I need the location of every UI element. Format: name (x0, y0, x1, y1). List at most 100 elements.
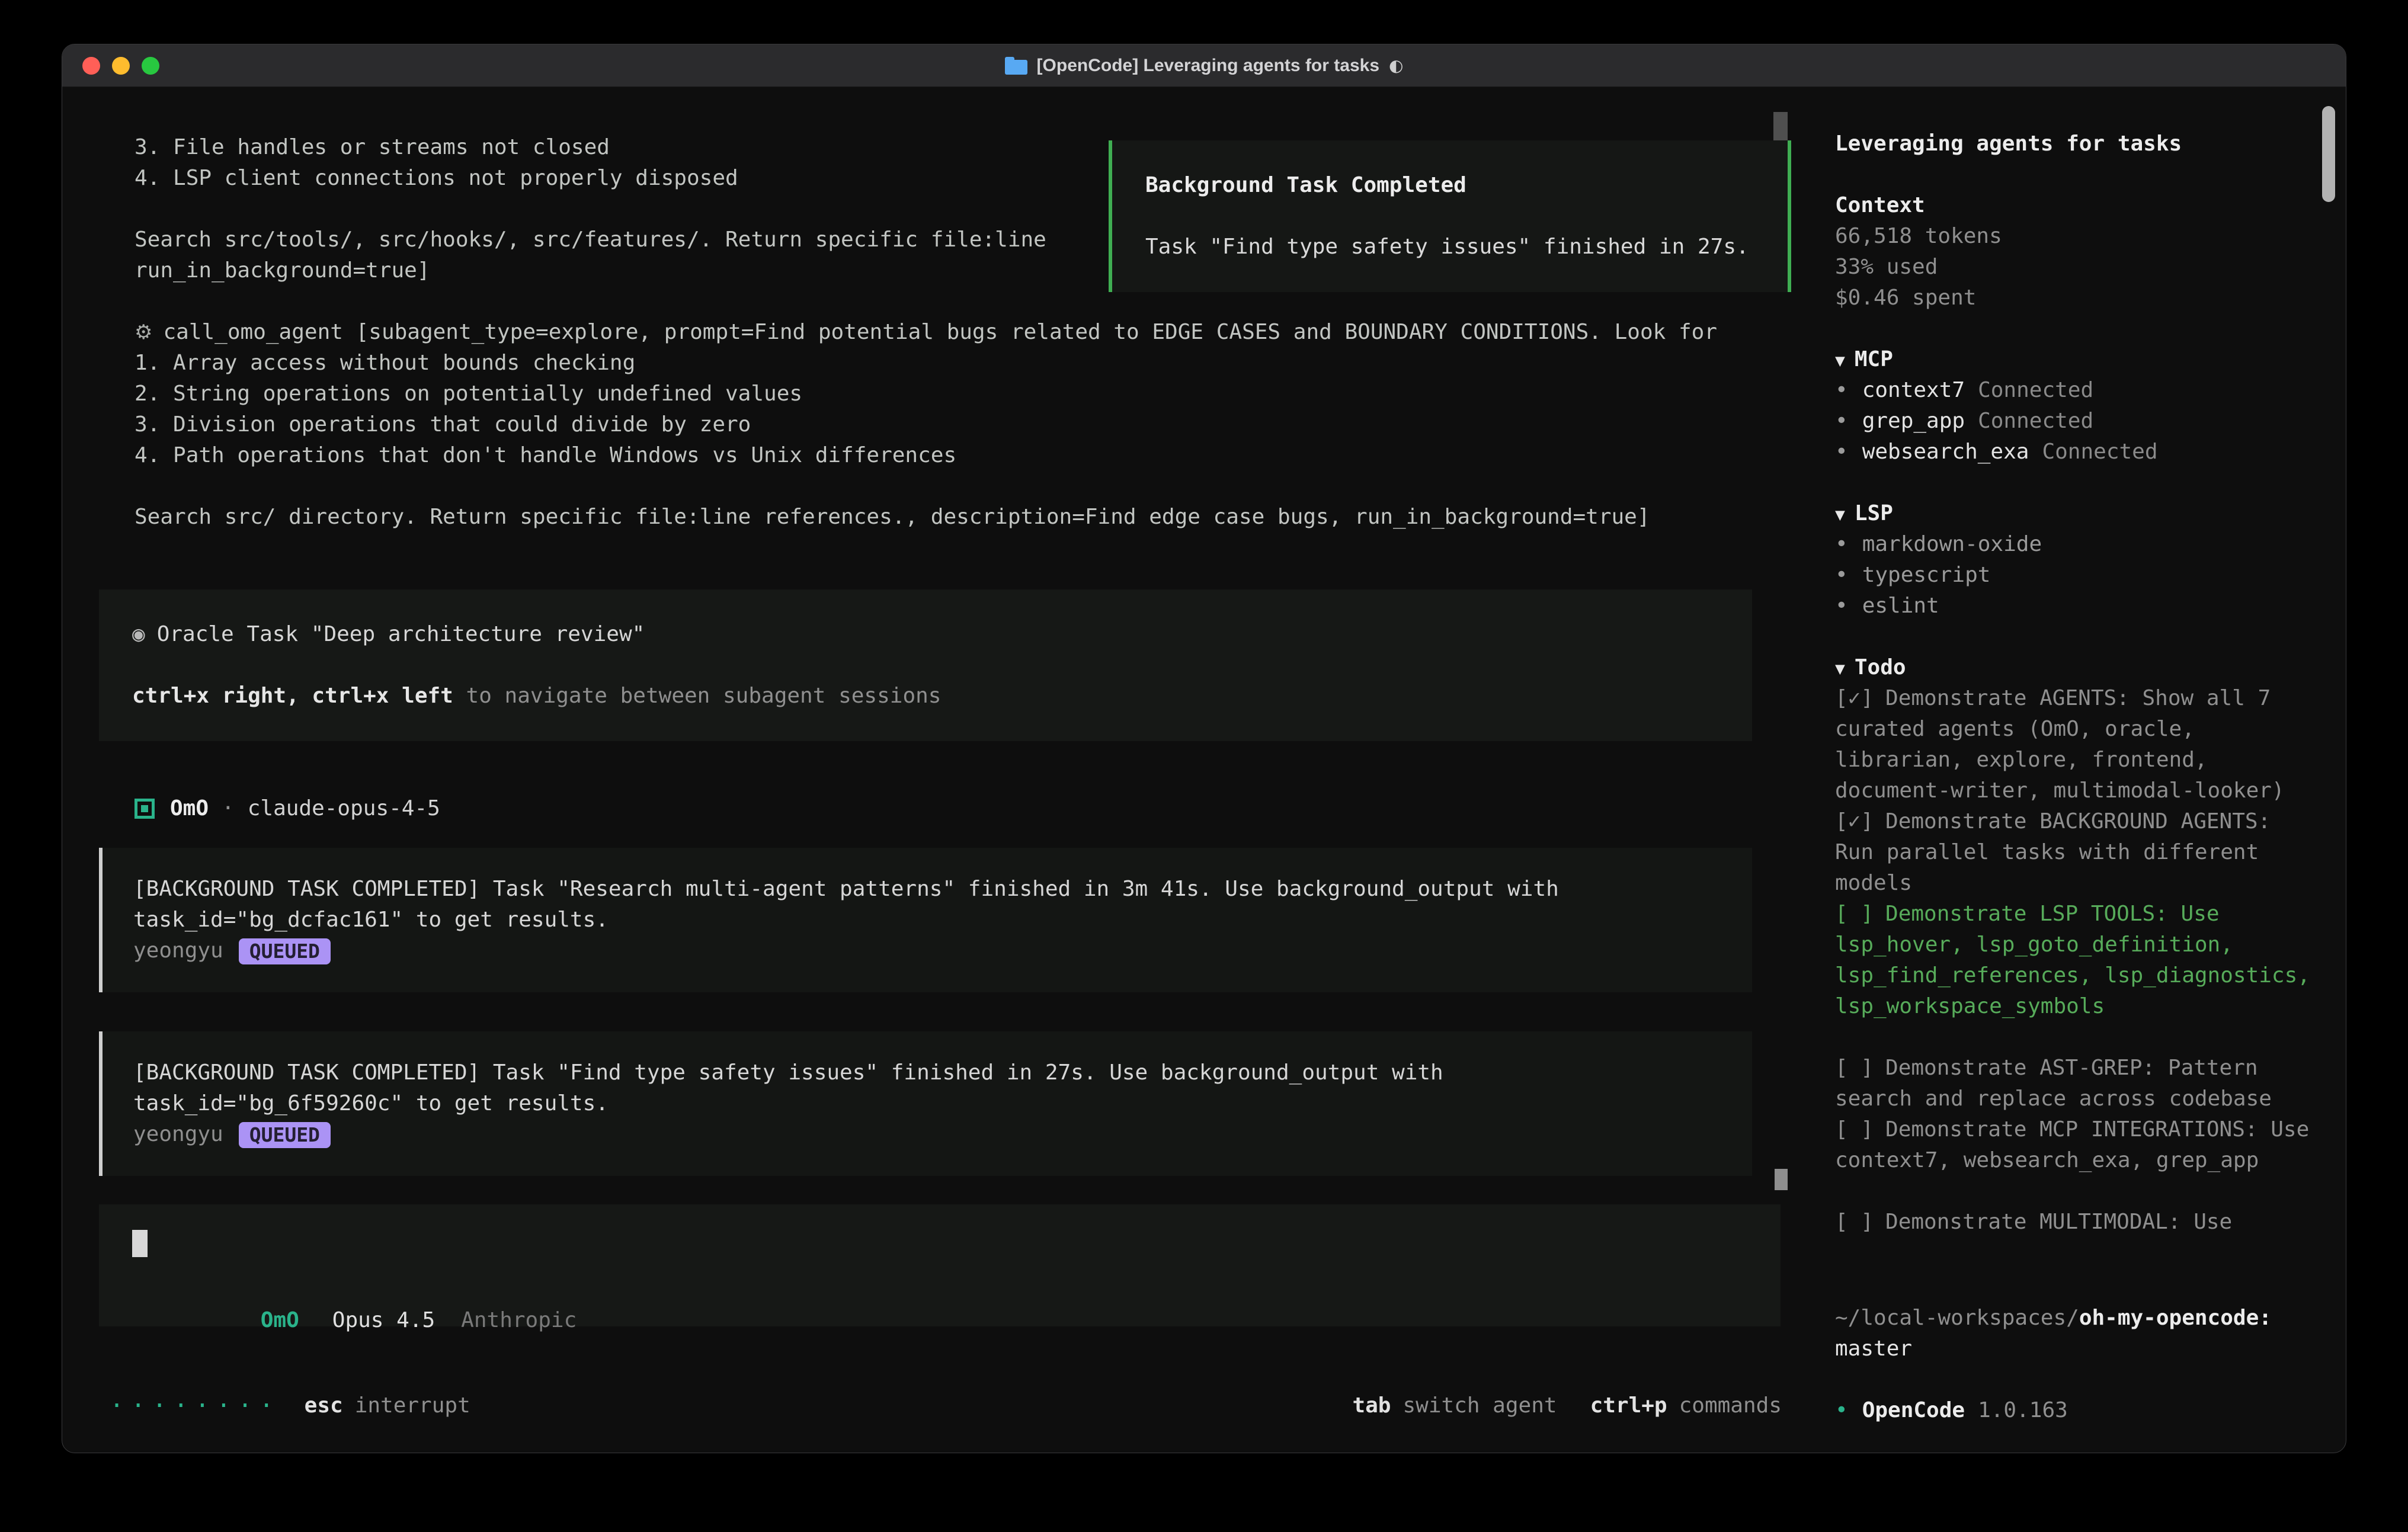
checkbox-empty-icon: [ ] (1835, 902, 1874, 926)
background-task-notification: Background Task Completed Task "Find typ… (1109, 140, 1791, 292)
todo-item: [ ]Demonstrate MULTIMODAL: Use (1835, 1207, 2316, 1238)
agent-header: OmO · claude-opus-4-5 (135, 793, 1788, 824)
mcp-item: •context7Connected (1835, 375, 2316, 406)
oracle-task-box: ◉Oracle Task "Deep architecture review" … (99, 589, 1752, 741)
agent-model: claude-opus-4-5 (248, 793, 440, 824)
input-line[interactable] (132, 1228, 1781, 1259)
todo-section-heading[interactable]: ▼Todo (1835, 652, 2316, 683)
hint-keys: ctrl+x right, ctrl+x left (132, 684, 453, 708)
checkbox-empty-icon: [ ] (1835, 1210, 1874, 1234)
terminal-window: [OpenCode] Leveraging agents for tasks ◐… (62, 44, 2346, 1453)
lsp-section-heading[interactable]: ▼LSP (1835, 498, 2316, 529)
prompt-input[interactable]: OmOOpus 4.5Anthropic (99, 1204, 1781, 1326)
zoom-button[interactable] (142, 57, 159, 75)
app-version: 1.0.163 (1978, 1398, 2068, 1422)
oracle-title-line: ◉ Oracle Task "Deep architecture review" (132, 619, 1752, 650)
ctrlp-key-hint: ctrl+p (1590, 1390, 1667, 1421)
message-line: [BACKGROUND TASK COMPLETED] Task "Find t… (133, 1057, 1752, 1088)
bullet-icon: • (1835, 440, 1848, 464)
terminal-main-pane: Background Task Completed Task "Find typ… (62, 87, 1811, 1453)
mcp-item: •grep_appConnected (1835, 406, 2316, 437)
checkbox-checked-icon: [✓] (1835, 809, 1874, 834)
checkbox-checked-icon: [✓] (1835, 686, 1874, 710)
context-heading: Context (1835, 190, 2316, 221)
half-circle-icon: ◐ (1389, 56, 1403, 75)
input-provider-name: Anthropic (461, 1308, 577, 1332)
chevron-down-icon: ▼ (1835, 351, 1845, 370)
tool-call-footer: Search src/ directory. Return specific f… (135, 502, 1788, 533)
notification-body: Task "Find type safety issues" finished … (1145, 232, 1788, 262)
input-agent-name: OmO (261, 1308, 299, 1332)
tool-call-item: 2. String operations on potentially unde… (135, 379, 1788, 409)
todo-item: [✓]Demonstrate AGENTS: Show all 7 curate… (1835, 683, 2316, 806)
agent-name: OmO (170, 793, 209, 824)
message-line: task_id="bg_6f59260c" to get results. (133, 1088, 1752, 1119)
tool-call-item: 3. Division operations that could divide… (135, 409, 1788, 440)
sidebar: Leveraging agents for tasks Context 66,5… (1811, 87, 2346, 1453)
checkbox-empty-icon: [ ] (1835, 1117, 1874, 1142)
lsp-item: •eslint (1835, 591, 2316, 621)
ctrlp-key-label: commands (1679, 1390, 1782, 1421)
window-title: [OpenCode] Leveraging agents for tasks ◐ (1005, 56, 1404, 76)
session-title: Leveraging agents for tasks (1835, 129, 2316, 159)
minimize-button[interactable] (112, 57, 130, 75)
oracle-title: Oracle Task "Deep architecture review" (157, 622, 645, 646)
message-author: yeongyu (133, 938, 223, 963)
lsp-item: •markdown-oxide (1835, 529, 2316, 560)
sidebar-scrollbar-thumb[interactable] (2322, 106, 2335, 202)
folder-icon (1005, 57, 1027, 75)
esc-key-label: interrupt (355, 1390, 470, 1421)
message-meta: yeongyu QUEUED (133, 935, 1752, 966)
chevron-down-icon: ▼ (1835, 659, 1845, 678)
mcp-section-heading[interactable]: ▼MCP (1835, 344, 2316, 375)
tool-call-line: ⚙ call_omo_agent [subagent_type=explore, … (135, 317, 1788, 348)
app-name: OpenCode (1862, 1398, 1965, 1422)
status-badge: QUEUED (239, 1122, 331, 1148)
bullet-icon: • (1835, 594, 1848, 618)
tool-call-item: 1. Array access without bounds checking (135, 348, 1788, 379)
bullet-icon: • (1835, 409, 1848, 433)
bullet-icon: • (1835, 1398, 1848, 1422)
close-button[interactable] (82, 57, 100, 75)
status-badge: QUEUED (239, 938, 331, 964)
esc-key-hint: esc (305, 1390, 343, 1421)
message-line: task_id="bg_dcfac161" to get results. (133, 905, 1752, 935)
notification-title: Background Task Completed (1145, 170, 1788, 201)
context-tokens: 66,518 tokens (1835, 221, 2316, 252)
window-title-text: [OpenCode] Leveraging agents for tasks (1037, 56, 1379, 76)
traffic-lights (82, 44, 159, 86)
tool-call-item: 4. Path operations that don't handle Win… (135, 440, 1788, 471)
bullet-icon: • (1835, 378, 1848, 402)
mcp-item: •websearch_exaConnected (1835, 437, 2316, 467)
text-cursor (132, 1230, 148, 1257)
status-bar: ········ escinterrupt tabswitch agent ct… (99, 1390, 1788, 1421)
message-meta: yeongyuQUEUED (133, 1119, 1752, 1150)
chevron-down-icon: ▼ (1835, 505, 1845, 524)
background-task-message: [BACKGROUND TASK COMPLETED] Task "Find t… (99, 1031, 1752, 1176)
todo-item-active: [ ]Demonstrate LSP TOOLS: Use lsp_hover,… (1835, 899, 2316, 1022)
record-icon: ◉ (132, 622, 145, 646)
todo-item: [ ]Demonstrate MCP INTEGRATIONS: Use con… (1835, 1114, 2316, 1176)
workspace-branch: master (1835, 1334, 2316, 1364)
background-task-message: [BACKGROUND TASK COMPLETED] Task "Resear… (99, 848, 1752, 992)
spinner-dots: ········ (110, 1390, 281, 1421)
bullet-icon: • (1835, 532, 1848, 556)
tool-call-header: call_omo_agent [subagent_type=explore, p… (163, 320, 1717, 344)
message-line: [BACKGROUND TASK COMPLETED] Task "Resear… (133, 874, 1752, 905)
gear-icon: ⚙ (135, 320, 152, 344)
input-model-name: Opus 4.5 (332, 1308, 435, 1332)
separator-dot: · (222, 793, 235, 824)
input-footer: OmOOpus 4.5Anthropic (132, 1274, 1781, 1305)
conversation-scrollbar-thumb[interactable] (1775, 1169, 1788, 1190)
context-used: 33% used (1835, 252, 2316, 283)
lsp-item: •typescript (1835, 560, 2316, 591)
todo-item: [ ]Demonstrate AST-GREP: Pattern search … (1835, 1053, 2316, 1114)
oracle-hint-line: ctrl+x right, ctrl+x left to navigate be… (132, 681, 1752, 711)
checkbox-empty-icon: [ ] (1835, 1056, 1874, 1080)
tab-key-hint: tab (1352, 1390, 1391, 1421)
window-titlebar[interactable]: [OpenCode] Leveraging agents for tasks ◐ (62, 44, 2346, 87)
todo-item: [✓]Demonstrate BACKGROUND AGENTS: Run pa… (1835, 806, 2316, 899)
workspace-path: ~/local-workspaces/oh-my-opencode: (1835, 1303, 2316, 1334)
agent-icon (135, 799, 155, 819)
version-row: • OpenCode 1.0.163 (1835, 1395, 2316, 1426)
